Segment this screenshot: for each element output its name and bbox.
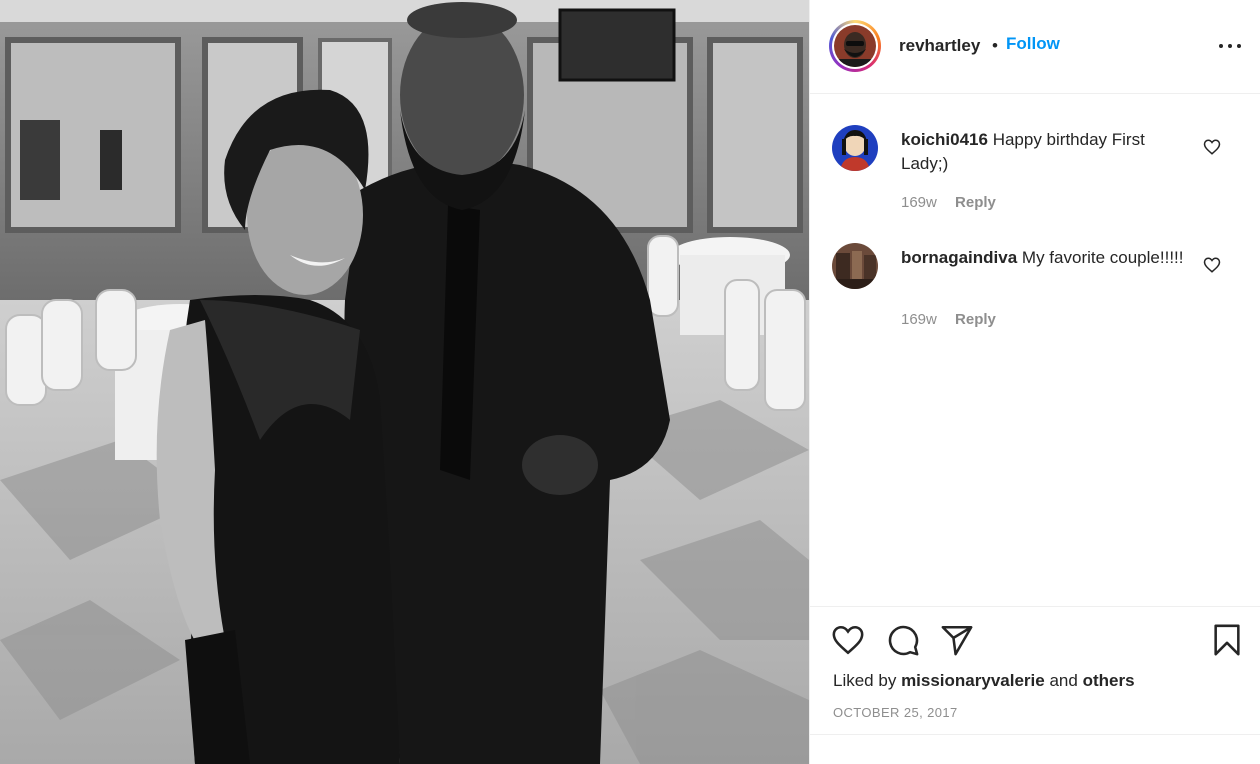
more-dot xyxy=(1228,44,1232,48)
small-heart-icon[interactable] xyxy=(1203,256,1221,274)
commenter-avatar[interactable] xyxy=(832,125,878,171)
bookmark-icon[interactable] xyxy=(1210,623,1244,657)
likes-joiner: and xyxy=(1049,671,1078,690)
post-header: revhartley • Follow xyxy=(810,0,1260,94)
likes-summary: Liked by missionaryvalerie and others xyxy=(833,671,1135,691)
comment-age[interactable]: 169w xyxy=(901,311,937,328)
more-dot xyxy=(1237,44,1241,48)
comment-text: bornagaindiva My favorite couple!!!!! xyxy=(901,246,1191,270)
follow-button[interactable]: Follow xyxy=(1006,34,1060,54)
comment-text: koichi0416 Happy birthday First Lady;) xyxy=(901,128,1191,176)
commenter-avatar[interactable] xyxy=(832,243,878,289)
author-avatar[interactable] xyxy=(829,20,881,72)
more-options-icon[interactable] xyxy=(1218,34,1242,58)
comment-bubble-icon[interactable] xyxy=(886,623,920,657)
comment-username[interactable]: bornagaindiva xyxy=(901,248,1017,267)
post-image xyxy=(0,0,809,764)
more-dot xyxy=(1219,44,1223,48)
heart-icon[interactable] xyxy=(831,623,865,657)
comment-meta: 169w Reply xyxy=(901,194,996,211)
likes-user-link[interactable]: missionaryvalerie xyxy=(901,671,1045,690)
post-date[interactable]: OCTOBER 25, 2017 xyxy=(833,705,958,720)
avatar-border xyxy=(832,23,878,69)
author-username[interactable]: revhartley xyxy=(899,36,980,56)
post-actions: Liked by missionaryvalerie and others OC… xyxy=(810,606,1260,764)
post-details-panel: revhartley • Follow koichi0416 Happy bir… xyxy=(809,0,1260,764)
comment-body: My favorite couple!!!!! xyxy=(1021,248,1184,267)
likes-prefix: Liked by xyxy=(833,671,897,690)
comment-age[interactable]: 169w xyxy=(901,194,937,211)
paper-plane-icon[interactable] xyxy=(940,623,974,657)
post-photo[interactable] xyxy=(0,0,809,764)
reply-button[interactable]: Reply xyxy=(955,311,996,328)
comment-username[interactable]: koichi0416 xyxy=(901,130,988,149)
reply-button[interactable]: Reply xyxy=(955,194,996,211)
small-heart-icon[interactable] xyxy=(1203,138,1221,156)
comment-meta: 169w Reply xyxy=(901,311,996,328)
header-separator: • xyxy=(992,36,998,55)
likes-others-link[interactable]: others xyxy=(1083,671,1135,690)
divider xyxy=(810,734,1260,735)
author-avatar-image xyxy=(834,25,876,67)
